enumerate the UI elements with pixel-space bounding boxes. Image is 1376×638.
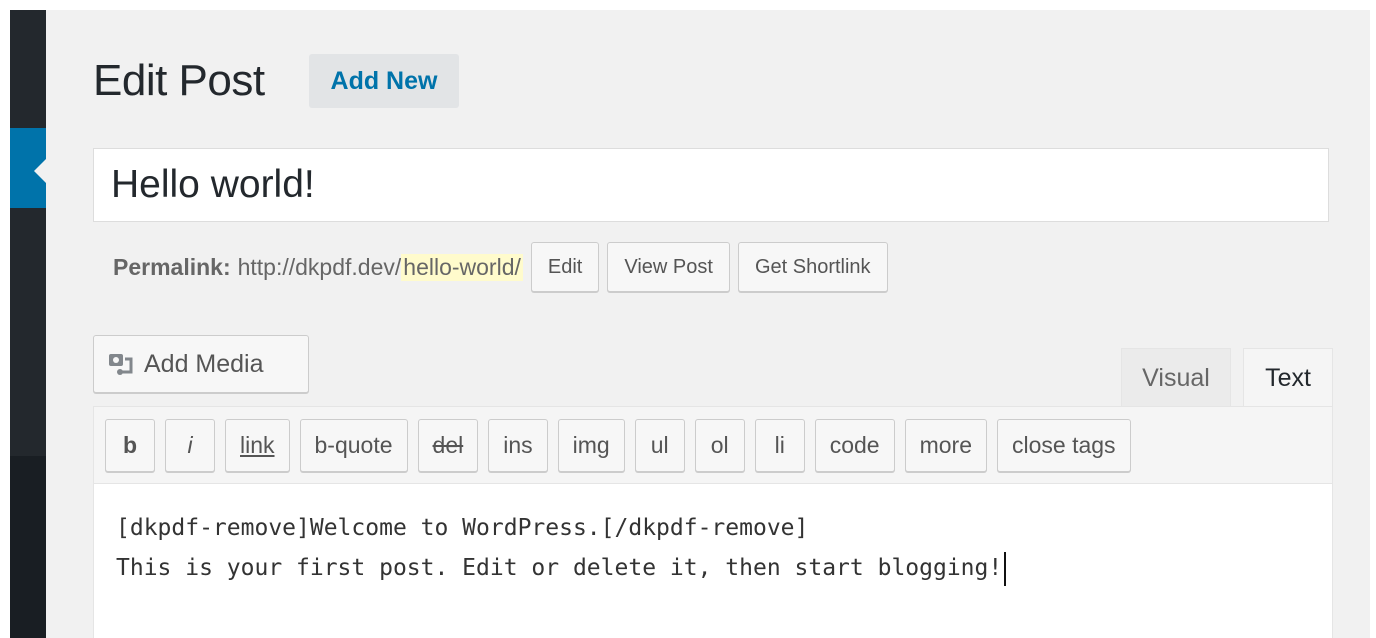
qt-bold-button[interactable]: b xyxy=(105,419,155,472)
qt-del-button[interactable]: del xyxy=(417,419,479,472)
qt-li-button[interactable]: li xyxy=(754,419,805,472)
qt-ins-button[interactable]: ins xyxy=(488,419,548,472)
view-post-button[interactable]: View Post xyxy=(607,242,730,292)
screen: Edit Post Add New Permalink: http://dkpd… xyxy=(0,0,1376,638)
media-icon xyxy=(109,354,133,375)
permalink-label: Permalink: xyxy=(113,253,231,280)
add-media-label: Add Media xyxy=(144,349,264,378)
text-caret xyxy=(1004,551,1007,586)
sidebar-current-arrow xyxy=(34,159,46,183)
get-shortlink-button[interactable]: Get Shortlink xyxy=(737,242,888,292)
add-media-button[interactable]: Add Media xyxy=(93,335,309,393)
post-title-input[interactable] xyxy=(93,148,1329,222)
qt-blockquote-button[interactable]: b-quote xyxy=(299,419,408,472)
permalink-base-url: http://dkpdf.dev/ xyxy=(237,253,402,280)
content-line-text: This is your first post. Edit or delete … xyxy=(116,555,1003,581)
qt-ul-button[interactable]: ul xyxy=(634,419,685,472)
qt-more-button[interactable]: more xyxy=(904,419,987,472)
sidebar-lower-section xyxy=(10,456,46,638)
qt-img-button[interactable]: img xyxy=(557,419,625,472)
permalink-slug[interactable]: hello-world/ xyxy=(401,253,523,281)
qt-ol-button[interactable]: ol xyxy=(694,419,745,472)
content-line: [dkpdf-remove]Welcome to WordPress.[/dkp… xyxy=(116,515,809,541)
qt-link-button[interactable]: link xyxy=(225,419,290,472)
main-content: Edit Post Add New Permalink: http://dkpd… xyxy=(46,10,1370,638)
content-textarea[interactable]: [dkpdf-remove]Welcome to WordPress.[/dkp… xyxy=(93,484,1333,638)
qt-close-tags-button[interactable]: close tags xyxy=(996,419,1131,472)
edit-permalink-button[interactable]: Edit xyxy=(530,242,600,292)
content-line: This is your first post. Edit or delete … xyxy=(116,548,1310,588)
tab-text[interactable]: Text xyxy=(1243,348,1333,406)
tab-visual[interactable]: Visual xyxy=(1121,348,1231,406)
quicktags-toolbar: b i link b-quote del ins img ul ol li co… xyxy=(93,406,1333,484)
qt-italic-button[interactable]: i xyxy=(165,419,215,472)
add-new-button[interactable]: Add New xyxy=(309,54,459,108)
page-title: Edit Post xyxy=(93,56,265,105)
admin-sidebar xyxy=(10,10,46,638)
permalink-row: Permalink: http://dkpdf.dev/hello-world/… xyxy=(113,241,888,293)
qt-code-button[interactable]: code xyxy=(814,419,895,472)
quicktags-buttons: b i link b-quote del ins img ul ol li co… xyxy=(105,419,1131,472)
